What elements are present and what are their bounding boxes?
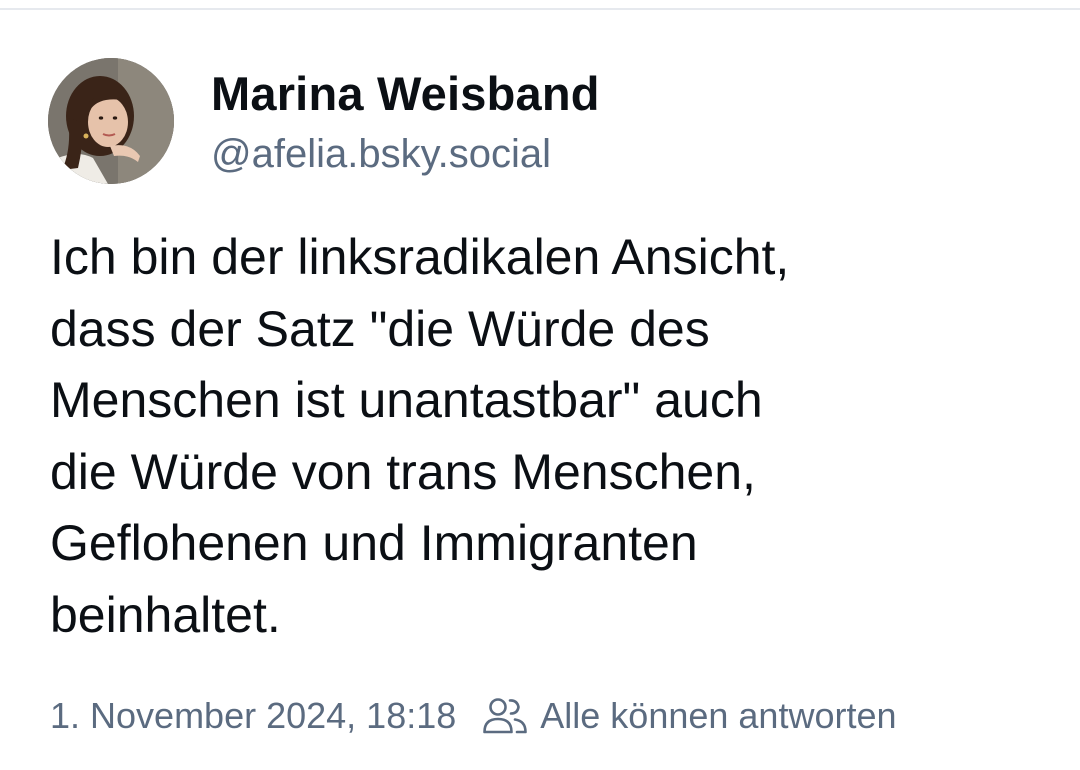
reply-setting[interactable]: Alle können antworten	[482, 695, 897, 737]
author-display-name[interactable]: Marina Weisband	[211, 66, 600, 122]
avatar-photo	[48, 58, 174, 184]
author-handle[interactable]: @afelia.bsky.social	[211, 130, 551, 178]
post-meta: 1. November 2024, 18:18 Alle können antw…	[50, 690, 897, 742]
people-icon	[483, 698, 528, 734]
avatar[interactable]	[48, 58, 174, 184]
reply-setting-label: Alle können antworten	[540, 695, 897, 736]
post-timestamp[interactable]: 1. November 2024, 18:18	[50, 695, 456, 737]
post-card: Marina Weisband @afelia.bsky.social Ich …	[0, 0, 1080, 770]
post-text: Ich bin der linksradikalen Ansicht, dass…	[50, 229, 790, 643]
